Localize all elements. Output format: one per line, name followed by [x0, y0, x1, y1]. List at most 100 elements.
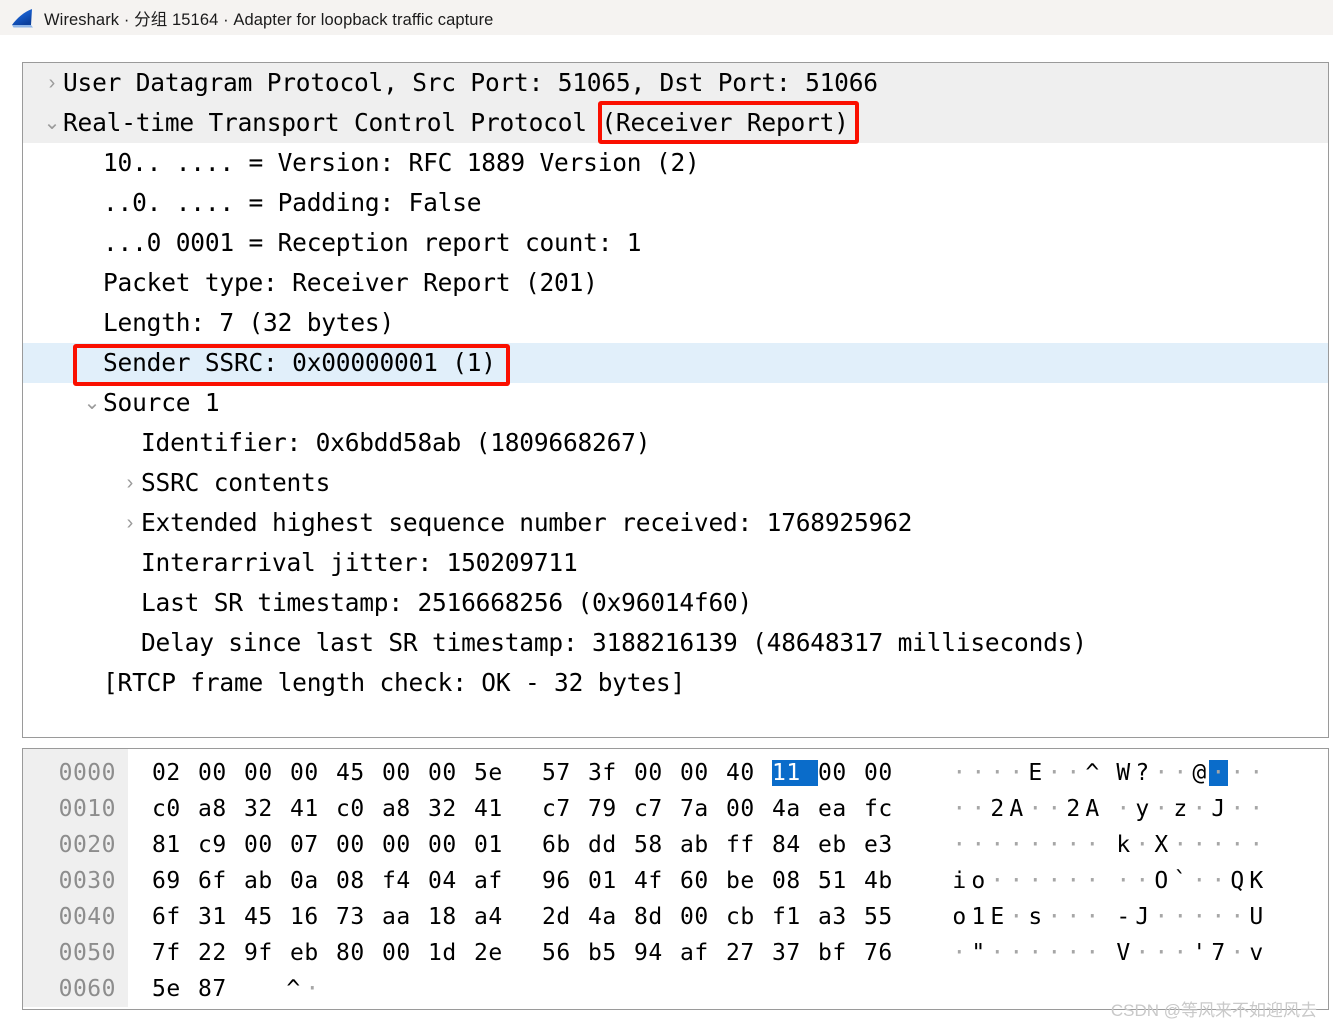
hex-byte[interactable]: a8 [198, 796, 244, 822]
hex-byte[interactable]: 4a [772, 796, 818, 822]
ascii-char[interactable]: · [1026, 868, 1045, 894]
detail-row[interactable]: ·10.. .... = Version: RFC 1889 Version (… [23, 143, 1328, 183]
hex-byte[interactable]: 7a [680, 796, 726, 822]
ascii-char[interactable]: · [1209, 760, 1228, 786]
detail-row[interactable]: ·Interarrival jitter: 150209711 [23, 543, 1328, 583]
hex-byte[interactable]: 60 [680, 868, 726, 894]
chevron-down-icon[interactable]: ⌄ [81, 393, 103, 413]
hex-byte[interactable]: 22 [198, 940, 244, 966]
ascii-char[interactable]: · [1064, 760, 1083, 786]
hex-byte[interactable]: aa [382, 904, 428, 930]
chevron-right-icon[interactable]: › [119, 473, 141, 493]
ascii-char[interactable]: · [1247, 796, 1266, 822]
chevron-down-icon[interactable]: ⌄ [41, 113, 63, 133]
hex-byte[interactable]: 9f [244, 940, 290, 966]
hex-byte[interactable]: 69 [152, 868, 198, 894]
hex-byte-group[interactable]: 7f 22 9f eb 80 00 1d 2e 56 b5 94 af 27 37 bf 76 [128, 940, 910, 966]
ascii-char[interactable]: ' [1190, 940, 1209, 966]
detail-row[interactable]: ·..0. .... = Padding: False [23, 183, 1328, 223]
ascii-char[interactable]: O [1152, 868, 1171, 894]
hex-byte[interactable]: 32 [244, 796, 290, 822]
chevron-right-icon[interactable]: › [41, 73, 63, 93]
ascii-char[interactable]: · [1152, 904, 1171, 930]
ascii-char[interactable]: · [988, 868, 1007, 894]
ascii-char[interactable]: · [1083, 904, 1102, 930]
detail-row[interactable]: ·Delay since last SR timestamp: 31882161… [23, 623, 1328, 663]
detail-row[interactable]: ·...0 0001 = Reception report count: 1 [23, 223, 1328, 263]
hex-byte[interactable]: f4 [382, 868, 428, 894]
hex-byte[interactable]: 5e [152, 976, 198, 1002]
ascii-char[interactable]: · [1045, 868, 1064, 894]
hex-byte[interactable]: 41 [474, 796, 520, 822]
ascii-char[interactable]: · [1171, 832, 1190, 858]
hex-byte[interactable]: 00 [244, 832, 290, 858]
hex-byte[interactable]: 31 [198, 904, 244, 930]
hex-byte[interactable]: 00 [198, 760, 244, 786]
ascii-char[interactable]: J [1209, 796, 1228, 822]
ascii-char[interactable]: · [969, 796, 988, 822]
hex-byte[interactable]: 41 [290, 796, 336, 822]
hex-byte[interactable]: 76 [864, 940, 910, 966]
ascii-char[interactable]: A [1083, 796, 1102, 822]
packet-details-pane[interactable]: › User Datagram Protocol, Src Port: 51065… [22, 62, 1329, 738]
hex-byte[interactable]: 00 [634, 760, 680, 786]
ascii-char[interactable]: · [1045, 940, 1064, 966]
hex-byte[interactable]: f1 [772, 904, 818, 930]
hex-byte[interactable]: a4 [474, 904, 520, 930]
hex-byte[interactable]: 00 [680, 904, 726, 930]
ascii-char[interactable]: z [1171, 796, 1190, 822]
hex-byte[interactable]: 00 [382, 760, 428, 786]
hex-byte[interactable]: 4b [864, 868, 910, 894]
ascii-column[interactable]: ^ · [284, 976, 322, 1002]
hex-byte[interactable]: 96 [542, 868, 588, 894]
ascii-char[interactable]: · [1228, 940, 1247, 966]
hex-byte[interactable]: 18 [428, 904, 474, 930]
ascii-char[interactable]: · [1209, 904, 1228, 930]
hex-byte[interactable]: 00 [428, 832, 474, 858]
hex-byte[interactable]: 2d [542, 904, 588, 930]
ascii-char[interactable]: · [1064, 940, 1083, 966]
hex-dump-row[interactable]: 0020 81 c9 00 07 00 00 00 01 6b dd 58 ab ff 84 eb e3 · · · ·… [23, 827, 1328, 863]
ascii-char[interactable]: E [988, 904, 1007, 930]
hex-dump-row[interactable]: 0040 6f 31 45 16 73 aa 18 a4 2d 4a 8d 00 cb f1 a3 55 o 1 E ·… [23, 899, 1328, 935]
ascii-char[interactable]: · [950, 832, 969, 858]
packet-detail-tree[interactable]: › User Datagram Protocol, Src Port: 51065… [23, 63, 1328, 703]
hex-byte[interactable]: 6b [542, 832, 588, 858]
ascii-char[interactable]: · [1064, 868, 1083, 894]
ascii-char[interactable]: W [1114, 760, 1133, 786]
hex-byte[interactable]: 04 [428, 868, 474, 894]
ascii-char[interactable]: · [1083, 832, 1102, 858]
ascii-char[interactable]: · [1247, 832, 1266, 858]
hex-byte[interactable]: 00 [244, 760, 290, 786]
ascii-char[interactable]: 2 [1064, 796, 1083, 822]
hex-byte[interactable]: 4f [634, 868, 680, 894]
ascii-char[interactable]: V [1114, 940, 1133, 966]
ascii-char[interactable]: o [969, 868, 988, 894]
detail-row[interactable]: › Extended highest sequence number receiv… [23, 503, 1328, 543]
ascii-char[interactable]: · [1190, 868, 1209, 894]
hex-byte[interactable]: 00 [336, 832, 382, 858]
hex-byte[interactable]: 73 [336, 904, 382, 930]
hex-byte[interactable]: 81 [152, 832, 198, 858]
ascii-char[interactable]: · [1064, 832, 1083, 858]
ascii-char[interactable]: ^ [284, 976, 303, 1002]
ascii-char[interactable]: · [1152, 940, 1171, 966]
ascii-char[interactable]: · [1007, 868, 1026, 894]
hex-byte[interactable]: 5e [474, 760, 520, 786]
hex-byte-group[interactable]: c0 a8 32 41 c0 a8 32 41 c7 79 c7 7a 00 4a ea fc [128, 796, 910, 822]
hex-byte[interactable]: eb [818, 832, 864, 858]
ascii-char[interactable]: s [1026, 904, 1045, 930]
hex-byte[interactable]: ea [818, 796, 864, 822]
hex-byte[interactable]: a8 [382, 796, 428, 822]
ascii-char[interactable]: · [1064, 904, 1083, 930]
hex-byte[interactable]: 6f [198, 868, 244, 894]
ascii-char[interactable]: y [1133, 796, 1152, 822]
ascii-char[interactable]: · [1171, 940, 1190, 966]
hex-byte[interactable]: 08 [772, 868, 818, 894]
ascii-char[interactable]: ` [1171, 868, 1190, 894]
hex-byte[interactable]: ab [244, 868, 290, 894]
ascii-char[interactable]: J [1133, 904, 1152, 930]
hex-dump-grid[interactable]: 0000 02 00 00 00 45 00 00 5e 57 3f 00 00 40 11 00 00 · · · ·… [23, 749, 1328, 1007]
ascii-char[interactable]: · [988, 760, 1007, 786]
ascii-char[interactable]: · [1114, 796, 1133, 822]
